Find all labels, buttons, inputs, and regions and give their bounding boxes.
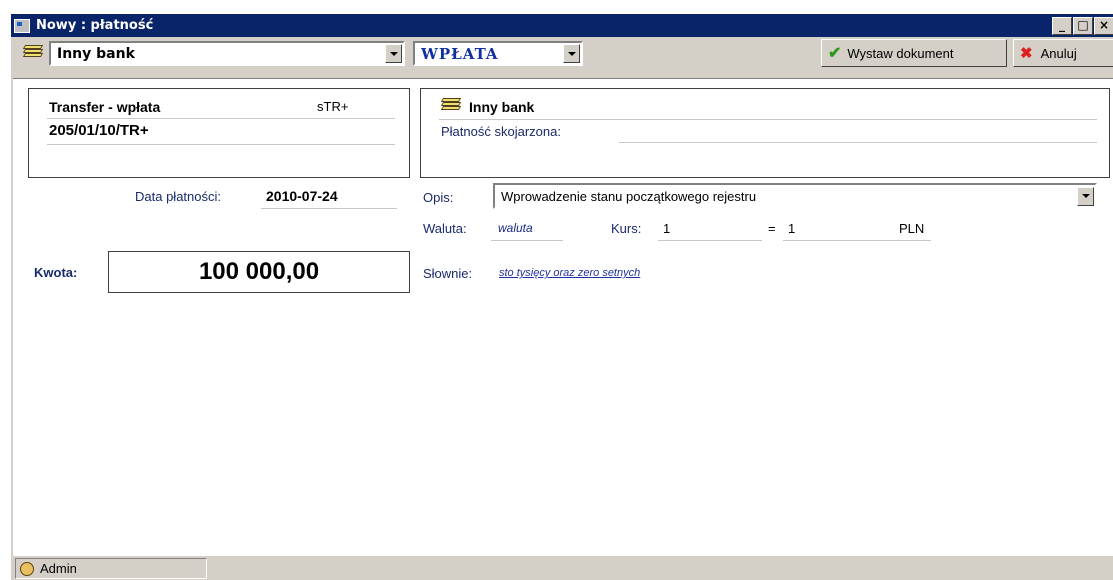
window-controls: _ □ × [1052, 17, 1113, 35]
maximize-button[interactable]: □ [1073, 17, 1093, 35]
chevron-down-icon[interactable] [563, 44, 580, 63]
status-user-panel: Admin [15, 558, 207, 579]
payment-type-select[interactable]: WPŁATA [413, 41, 583, 66]
description-label: Opis: [423, 190, 454, 205]
equals-sign: = [768, 221, 776, 236]
date-field[interactable]: 2010-07-24 [266, 188, 338, 204]
window-title: Nowy : płatność [36, 18, 154, 33]
linked-payment-label: Płatność skojarzona: [441, 124, 561, 139]
rate-currency: PLN [899, 221, 925, 236]
document-type: Transfer - wpłata [49, 99, 161, 115]
rate-label: Kurs: [611, 221, 642, 236]
document-number[interactable]: 205/01/10/TR+ [49, 122, 149, 139]
bank-select[interactable]: Inny bank [49, 41, 405, 66]
amount-field[interactable]: 100 000,00 [108, 251, 410, 293]
amount-in-words-link[interactable]: sto tysięcy oraz zero setnych [499, 267, 640, 279]
status-bar: Admin [11, 558, 1113, 580]
title-bar[interactable]: Nowy : płatność _ □ × [11, 14, 1113, 37]
cancel-icon: ✖ [1020, 45, 1033, 62]
bank-panel: Inny bank Płatność skojarzona: [420, 88, 1110, 178]
rate-field[interactable]: 1 [663, 221, 670, 236]
words-label: Słownie: [423, 266, 473, 281]
document-panel: Transfer - wpłata sTR+ 205/01/10/TR+ [28, 88, 410, 178]
user-icon [20, 561, 34, 576]
issue-document-button[interactable]: ✔ Wystaw dokument [821, 39, 1007, 67]
chevron-down-icon[interactable] [1077, 186, 1094, 206]
amount-label: Kwota: [34, 265, 78, 280]
payment-window: Nowy : płatność _ □ × Inny bank WPŁATA ✔… [10, 13, 1113, 580]
rate-result-field: 1 [788, 221, 796, 236]
bank-name: Inny bank [469, 99, 535, 115]
chevron-down-icon[interactable] [385, 44, 402, 63]
close-button[interactable]: × [1094, 17, 1113, 35]
minimize-button[interactable]: _ [1052, 17, 1072, 35]
document-code: sTR+ [317, 99, 349, 114]
date-label: Data płatności: [135, 189, 221, 204]
currency-label: Waluta: [423, 221, 467, 236]
status-user-name: Admin [40, 561, 77, 576]
cancel-button[interactable]: ✖ Anuluj [1013, 39, 1113, 67]
currency-field[interactable]: waluta [498, 221, 533, 235]
description-select[interactable]: Wprowadzenie stanu początkowego rejestru [493, 183, 1097, 209]
bank-icon [440, 97, 462, 113]
app-icon [14, 18, 30, 33]
checkmark-icon: ✔ [828, 45, 842, 62]
bank-icon [22, 44, 44, 60]
